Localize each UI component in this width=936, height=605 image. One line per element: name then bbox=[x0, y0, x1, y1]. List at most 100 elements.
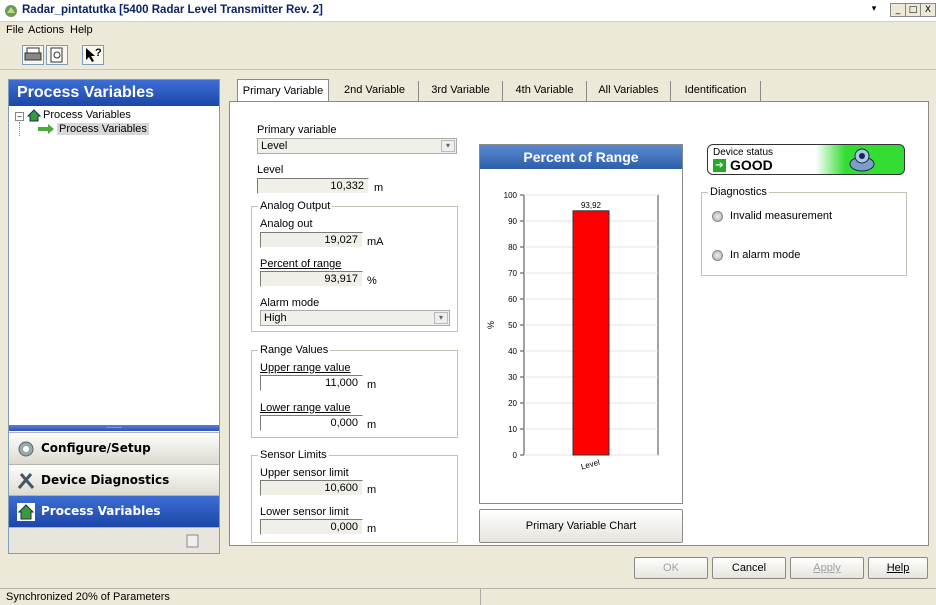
restore-dropdown-button[interactable]: ▾ bbox=[866, 3, 882, 17]
y-tick-label: 50 bbox=[508, 321, 517, 330]
arrow-right-icon bbox=[38, 124, 54, 134]
tree-root-process-variables[interactable]: Process Variables bbox=[43, 109, 131, 121]
chart-title: Percent of Range bbox=[480, 145, 682, 169]
analog-output-legend: Analog Output bbox=[260, 200, 331, 212]
alarm-mode-label: Alarm mode bbox=[260, 297, 320, 309]
lower-sensor-unit: m bbox=[367, 523, 377, 535]
tab-all-variables[interactable]: All Variables bbox=[587, 81, 671, 101]
maximize-button[interactable]: □ bbox=[905, 3, 921, 17]
y-tick-label: 90 bbox=[508, 217, 517, 226]
configure-buttons-icon[interactable] bbox=[185, 533, 201, 549]
arrow-right-icon: ➔ bbox=[713, 159, 726, 172]
nav-header: Process Variables bbox=[9, 80, 219, 106]
upper-sensor-label: Upper sensor limit bbox=[260, 467, 349, 479]
percent-of-range-chart: Percent of Range 0 10 20 30 40 50 60 70 80 90 100%… bbox=[479, 144, 683, 504]
x-category-label: Level bbox=[580, 458, 601, 472]
nav-button-process-variables[interactable]: Process Variables bbox=[9, 495, 219, 527]
y-tick-label: 30 bbox=[508, 373, 517, 382]
whats-this-help-button[interactable]: ? bbox=[82, 45, 104, 65]
invalid-measurement-label: Invalid measurement bbox=[730, 210, 833, 222]
nav-button-device-diagnostics[interactable]: Device Diagnostics bbox=[9, 464, 219, 496]
level-value: 10,332 bbox=[257, 178, 369, 194]
print-button[interactable] bbox=[22, 45, 44, 65]
status-text: Synchronized 20% of Parameters bbox=[6, 591, 170, 603]
tab-2nd-variable[interactable]: 2nd Variable bbox=[331, 81, 419, 101]
lower-sensor-value: 0,000 bbox=[260, 519, 363, 535]
y-tick-label: 10 bbox=[508, 425, 517, 434]
help-button[interactable]: Help bbox=[868, 557, 928, 579]
tab-4th-variable[interactable]: 4th Variable bbox=[503, 81, 587, 101]
tab-strip: Primary Variable 2nd Variable 3rd Variab… bbox=[229, 79, 929, 102]
primary-variable-select[interactable]: Level ▾ bbox=[257, 138, 457, 154]
apply-button[interactable]: Apply bbox=[790, 557, 864, 579]
y-tick-label: 70 bbox=[508, 269, 517, 278]
print-icon bbox=[24, 47, 42, 61]
alarm-mode-select[interactable]: High ▾ bbox=[260, 310, 450, 326]
y-tick-label: 100 bbox=[504, 191, 518, 200]
analog-out-unit: mA bbox=[367, 236, 384, 248]
y-tick-label: 60 bbox=[508, 295, 517, 304]
lower-range-label: Lower range value bbox=[260, 402, 351, 414]
menu-bar: File Actions Help bbox=[0, 23, 936, 39]
primary-variable-value: Level bbox=[261, 140, 288, 152]
print-preview-button[interactable] bbox=[46, 45, 68, 65]
analog-out-value: 19,027 bbox=[260, 232, 363, 248]
analog-out-label: Analog out bbox=[260, 218, 313, 230]
tab-identification[interactable]: Identification bbox=[671, 81, 761, 101]
y-tick-label: 40 bbox=[508, 347, 517, 356]
lower-range-input[interactable]: 0,000 bbox=[260, 415, 363, 431]
range-values-legend: Range Values bbox=[260, 344, 329, 356]
nav-splitter[interactable]: :::::::: bbox=[9, 423, 219, 431]
svg-text:?: ? bbox=[95, 47, 102, 59]
bar-data-label: 93,92 bbox=[581, 201, 602, 210]
lower-sensor-label: Lower sensor limit bbox=[260, 506, 349, 518]
chevron-down-icon: ▾ bbox=[441, 140, 455, 152]
bar bbox=[572, 210, 610, 456]
cancel-button[interactable]: Cancel bbox=[712, 557, 786, 579]
title-bar: Radar_pintatutka [5400 Radar Level Trans… bbox=[0, 0, 936, 22]
device-status-value: GOOD bbox=[730, 157, 773, 173]
menu-actions[interactable]: Actions bbox=[28, 24, 64, 36]
close-button[interactable]: X bbox=[920, 3, 936, 17]
percent-of-range-value: 93,917 bbox=[260, 271, 363, 287]
navigation-pane: Process Variables − Process Variables Pr… bbox=[8, 79, 220, 554]
level-label: Level bbox=[257, 164, 284, 176]
nav-button-label: Process Variables bbox=[41, 504, 161, 518]
gear-icon bbox=[18, 441, 34, 457]
upper-sensor-unit: m bbox=[367, 484, 377, 496]
house-icon bbox=[17, 503, 35, 521]
y-tick-label: 0 bbox=[513, 451, 518, 460]
tab-3rd-variable[interactable]: 3rd Variable bbox=[419, 81, 503, 101]
radar-transmitter-icon bbox=[849, 148, 875, 172]
device-status-indicator: Device status ➔ GOOD bbox=[707, 144, 905, 175]
nav-button-label: Device Diagnostics bbox=[41, 473, 170, 487]
y-axis-label: % bbox=[486, 321, 496, 329]
minimize-button[interactable]: _ bbox=[890, 3, 906, 17]
in-alarm-mode-label: In alarm mode bbox=[730, 249, 801, 261]
chevron-down-icon: ▾ bbox=[434, 312, 448, 324]
level-unit: m bbox=[374, 182, 384, 194]
primary-variable-chart-button[interactable]: Primary Variable Chart bbox=[479, 509, 683, 543]
primary-variable-panel: Primary variable Level ▾ Level 10,332 m … bbox=[229, 101, 929, 546]
upper-range-input[interactable]: 11,000 bbox=[260, 375, 363, 391]
sensor-limits-legend: Sensor Limits bbox=[260, 449, 327, 461]
chart-plot: 0 10 20 30 40 50 60 70 80 90 100% 93,92 Level bbox=[486, 191, 659, 472]
alarm-mode-led bbox=[712, 250, 723, 261]
invalid-measurement-led bbox=[712, 211, 723, 222]
tree-line bbox=[19, 122, 20, 136]
percent-of-range-label: Percent of range bbox=[260, 258, 342, 270]
tree-item-process-variables[interactable]: Process Variables bbox=[57, 123, 149, 135]
print-preview-icon bbox=[50, 47, 63, 63]
y-tick-label: 80 bbox=[508, 243, 517, 252]
tab-primary-variable[interactable]: Primary Variable bbox=[237, 79, 329, 102]
menu-file[interactable]: File bbox=[6, 24, 24, 36]
nav-button-label: Configure/Setup bbox=[41, 441, 151, 455]
nav-button-configure-setup[interactable]: Configure/Setup bbox=[9, 432, 219, 464]
radar-app-icon bbox=[5, 5, 17, 17]
primary-variable-label: Primary variable bbox=[257, 124, 337, 136]
nav-footer bbox=[9, 527, 219, 553]
ok-button[interactable]: OK bbox=[634, 557, 708, 579]
status-divider bbox=[480, 589, 481, 605]
tree-collapse-toggle[interactable]: − bbox=[15, 112, 24, 121]
menu-help[interactable]: Help bbox=[70, 24, 93, 36]
